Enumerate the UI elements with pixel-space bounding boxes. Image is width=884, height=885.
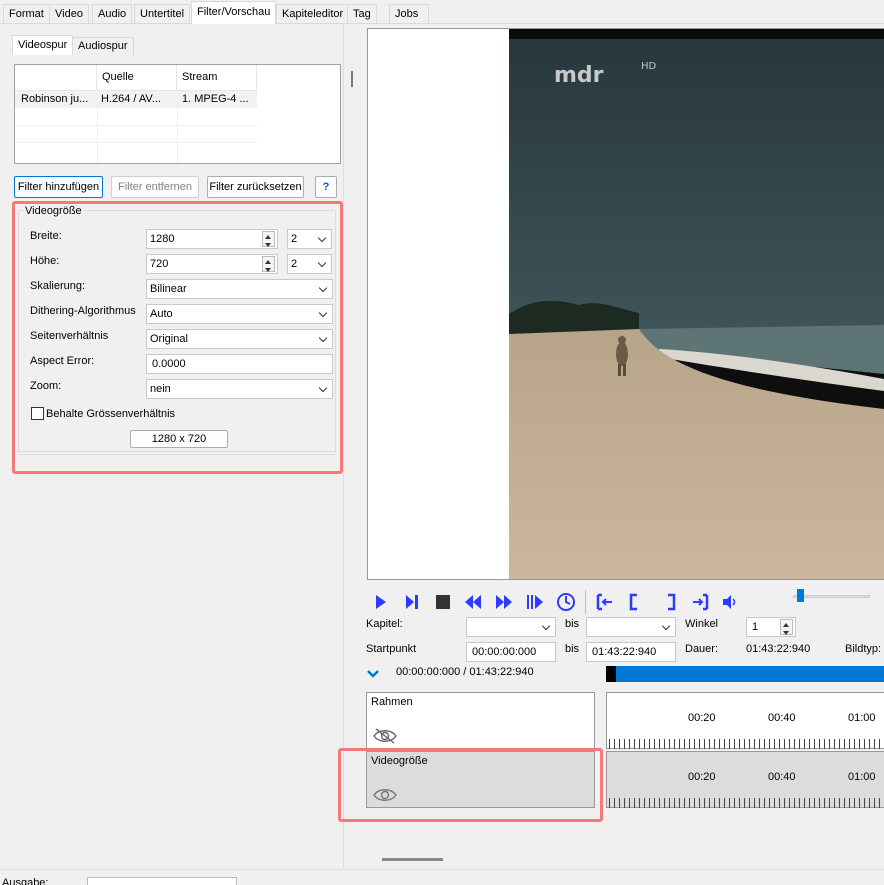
start-time-value: 00:00:00:000 [472, 646, 537, 658]
toolbar-separator [585, 590, 586, 614]
eye-slash-icon[interactable] [372, 727, 398, 745]
subtab-videospur[interactable]: Videospur [12, 35, 74, 55]
stop-icon[interactable] [433, 592, 453, 612]
filter-add-button[interactable]: Filter hinzufügen [14, 176, 103, 198]
rewind-icon[interactable] [463, 592, 483, 612]
kapitel-start-select[interactable] [466, 617, 556, 637]
channel-logo-hd: HD [641, 61, 657, 72]
startpunkt-label: Startpunkt [366, 643, 417, 655]
table-divider [15, 125, 257, 126]
table-cell-stream: 1. MPEG-4 ... [182, 93, 249, 105]
timeline-ruler-rahmen[interactable]: 00:20 00:40 01:00 [606, 692, 884, 749]
set-end-icon[interactable] [690, 592, 710, 612]
dauer-label: Dauer: [685, 643, 719, 655]
fast-forward-icon[interactable] [494, 592, 514, 612]
tick-label: 01:00 [848, 712, 876, 724]
tab-format[interactable]: Format [3, 4, 50, 23]
tick-label: 00:20 [688, 771, 716, 783]
ausgabe-label: Ausgabe: [2, 877, 49, 885]
position-readout: 00:00:00:000 / 01:43:22:940 [396, 666, 534, 678]
filter-reset-button[interactable]: Filter zurücksetzen [207, 176, 304, 198]
table-divider [97, 91, 98, 163]
seek-bar-thumb[interactable] [606, 666, 616, 682]
tick-label: 00:40 [768, 771, 796, 783]
tab-audio[interactable]: Audio [92, 4, 133, 23]
next-frame-icon[interactable] [525, 592, 545, 612]
set-start-icon[interactable] [595, 592, 615, 612]
clock-icon[interactable] [556, 592, 576, 612]
seek-bar[interactable] [606, 666, 884, 682]
filter-remove-button[interactable]: Filter entfernen [111, 176, 199, 198]
winkel-input[interactable]: 1 [746, 617, 796, 637]
highlight-box [338, 748, 603, 822]
kapitel-bis-label: bis [565, 618, 580, 630]
app-window: Format Video Audio Untertitel Filter/Vor… [0, 0, 884, 885]
track-header-rahmen[interactable]: Rahmen [366, 692, 595, 749]
subtab-audiospur[interactable]: Audiospur [72, 37, 134, 55]
start-time-input[interactable]: 00:00:00:000 [466, 642, 556, 662]
winkel-spinner[interactable] [780, 619, 793, 635]
tab-video[interactable]: Video [49, 4, 89, 23]
tick-label: 01:00 [848, 771, 876, 783]
mark-in-icon[interactable] [625, 592, 645, 612]
track-table: Quelle Stream Robinson ju... H.264 / AV.… [14, 64, 341, 164]
track-title: Rahmen [371, 696, 413, 708]
video-preview[interactable]: mdr HD [509, 29, 884, 579]
bildtyp-label: Bildtyp: [845, 643, 882, 655]
winkel-label: Winkel [685, 618, 719, 630]
ruler-ticks [609, 798, 884, 808]
channel-logo: mdr [554, 63, 604, 88]
table-cell-name: Robinson ju... [21, 93, 89, 105]
kapitel-end-select[interactable] [586, 617, 676, 637]
tick-label: 00:20 [688, 712, 716, 724]
table-divider [177, 91, 178, 163]
table-divider [15, 142, 257, 143]
tab-untertitel[interactable]: Untertitel [134, 4, 191, 23]
table-cell-quelle: H.264 / AV... [101, 93, 161, 105]
horizontal-scrollbar-thumb[interactable] [382, 858, 443, 861]
expand-chevron-icon[interactable] [366, 668, 380, 680]
startpunkt-bis-label: bis [565, 643, 580, 655]
tab-kapiteleditor[interactable]: Kapiteleditor [276, 4, 350, 23]
table-header-quelle[interactable]: Quelle [97, 65, 177, 91]
highlight-box [12, 201, 343, 474]
tab-jobs[interactable]: Jobs [389, 4, 429, 23]
mark-out-icon[interactable] [660, 592, 680, 612]
ruler-ticks [609, 739, 884, 749]
play-icon[interactable] [371, 592, 391, 612]
tab-filter-vorschau[interactable]: Filter/Vorschau [191, 1, 277, 24]
winkel-value: 1 [752, 621, 759, 633]
timeline-ruler-videogroesse[interactable]: 00:20 00:40 01:00 [606, 751, 884, 808]
step-forward-icon[interactable] [402, 592, 422, 612]
table-header-cell [15, 65, 97, 91]
end-time-value: 01:43:22:940 [592, 646, 657, 658]
splitter-handle[interactable] [351, 71, 353, 87]
help-button[interactable]: ? [315, 176, 337, 198]
dauer-value: 01:43:22:940 [746, 643, 811, 655]
tick-label: 00:40 [768, 712, 796, 724]
video-frame-image: mdr HD [509, 29, 884, 579]
volume-icon[interactable] [720, 592, 740, 612]
end-time-input[interactable]: 01:43:22:940 [586, 642, 676, 662]
main-tabbar: Format Video Audio Untertitel Filter/Vor… [0, 0, 884, 24]
tab-tag[interactable]: Tag [347, 4, 377, 23]
ausgabe-field[interactable] [87, 877, 237, 885]
kapitel-label: Kapitel: [366, 618, 403, 630]
table-row[interactable]: Robinson ju... H.264 / AV... 1. MPEG-4 .… [15, 91, 257, 108]
volume-slider-track[interactable] [793, 595, 870, 598]
table-header-stream[interactable]: Stream [177, 65, 257, 91]
volume-slider-thumb[interactable] [797, 589, 804, 602]
